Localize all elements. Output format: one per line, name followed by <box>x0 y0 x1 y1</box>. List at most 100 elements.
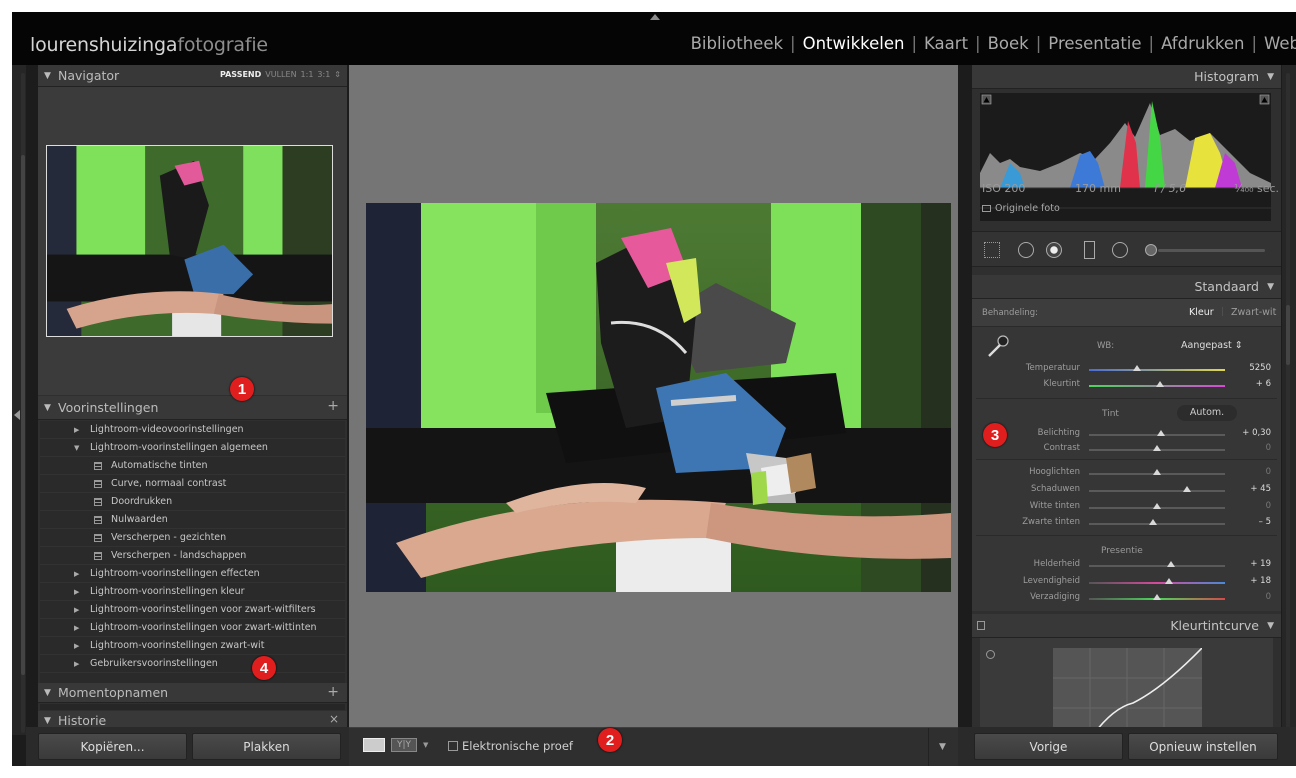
slider-thumb[interactable] <box>1132 365 1141 371</box>
slider-value[interactable]: – 5 <box>1259 517 1271 527</box>
histogram-chart[interactable] <box>980 93 1271 221</box>
slider-track[interactable] <box>1089 490 1225 492</box>
navigator-header[interactable]: ▼ Navigator PASSEND VULLEN 1:1 3:1 ⇕ <box>38 65 347 87</box>
preset-folder[interactable]: ▶ Lightroom-voorinstellingen voor zwart-w… <box>40 601 345 619</box>
navigator-zoom-options[interactable]: PASSEND VULLEN 1:1 3:1 ⇕ <box>220 70 341 79</box>
module-presentatie[interactable]: Presentatie <box>1048 34 1141 53</box>
collapsed-triangle-icon[interactable]: ▶ <box>74 624 84 632</box>
slider-track[interactable] <box>1089 523 1225 525</box>
zoom-dropdown-icon[interactable]: ⇕ <box>334 70 341 79</box>
wb-eyedropper-icon[interactable] <box>986 335 1010 359</box>
target-adjust-icon[interactable] <box>986 650 995 659</box>
brush-slider[interactable] <box>1158 249 1265 252</box>
preset-folder[interactable]: ▶ Lightroom-voorinstellingen effecten <box>40 565 345 583</box>
crop-tool-icon[interactable] <box>984 242 1000 258</box>
slider-track[interactable] <box>1089 565 1225 567</box>
auto-tone-button[interactable]: Autom. <box>1177 405 1237 421</box>
preset-folder[interactable]: ▶ Lightroom-voorinstellingen kleur <box>40 583 345 601</box>
presets-header[interactable]: ▼ Voorinstellingen + <box>38 396 347 420</box>
preset-folder[interactable]: ▶ Lightroom-voorinstellingen zwart-wit <box>40 637 345 655</box>
zoom-option-0[interactable]: PASSEND <box>220 70 261 79</box>
expanded-triangle-icon[interactable]: ▼ <box>74 444 84 452</box>
photo-canvas[interactable] <box>349 65 958 727</box>
histogram-header[interactable]: Histogram ▼ <box>972 65 1281 89</box>
preset-folder[interactable]: ▼ Lightroom-voorinstellingen algemeen <box>40 439 345 457</box>
add-preset-icon[interactable]: + <box>327 398 339 414</box>
module-afdrukken[interactable]: Afdrukken <box>1161 34 1244 53</box>
slider-value[interactable]: 0 <box>1266 592 1271 602</box>
add-snapshot-icon[interactable]: + <box>327 684 339 700</box>
module-web[interactable]: Web <box>1264 34 1296 53</box>
zoom-option-1[interactable]: VULLEN <box>265 70 296 79</box>
tone-curve-header[interactable]: Kleurtintcurve ▼ <box>972 614 1281 638</box>
preset-folder[interactable]: ▶ Lightroom-voorinstellingen voor zwart-w… <box>40 619 345 637</box>
graduated-filter-icon[interactable] <box>1084 241 1095 259</box>
collapsed-triangle-icon[interactable]: ▶ <box>74 606 84 614</box>
slider-thumb[interactable] <box>1155 381 1164 387</box>
slider-thumb[interactable] <box>1153 503 1161 509</box>
right-panel-edge[interactable] <box>1282 65 1296 735</box>
before-after-view-icon[interactable]: Y|Y <box>391 738 417 752</box>
collapsed-triangle-icon[interactable]: ▶ <box>74 642 84 650</box>
copy-button[interactable]: Kopiëren... <box>38 733 187 760</box>
module-bibliotheek[interactable]: Bibliotheek <box>691 34 783 53</box>
left-scrollbar[interactable] <box>21 155 25 675</box>
preset-item[interactable]: Doordrukken <box>40 493 345 511</box>
toolbar-menu-button[interactable]: ▼ <box>928 728 958 766</box>
preset-item[interactable]: Verscherpen - landschappen <box>40 547 345 565</box>
clear-history-icon[interactable]: × <box>329 712 339 726</box>
slider-value[interactable]: + 18 <box>1250 576 1271 586</box>
slider-value[interactable]: + 0,30 <box>1242 428 1271 438</box>
previous-button[interactable]: Vorige <box>974 733 1123 760</box>
wb-dropdown[interactable]: Aangepast ⇕ <box>1181 340 1243 351</box>
treatment-color-option[interactable]: Kleur <box>1189 307 1214 318</box>
slider-thumb[interactable] <box>1153 594 1161 600</box>
soft-proof-checkbox[interactable] <box>448 741 458 751</box>
original-photo-toggle[interactable]: Originele foto <box>982 203 1060 214</box>
slider-track[interactable] <box>1089 369 1225 371</box>
preset-item[interactable]: Verscherpen - gezichten <box>40 529 345 547</box>
slider-thumb[interactable] <box>1153 445 1161 451</box>
slider-value[interactable]: 5250 <box>1249 363 1271 373</box>
reset-button[interactable]: Opnieuw instellen <box>1128 733 1278 760</box>
collapsed-triangle-icon[interactable]: ▶ <box>74 588 84 596</box>
module-boek[interactable]: Boek <box>988 34 1029 53</box>
slider-value[interactable]: + 19 <box>1250 559 1271 569</box>
preset-folder[interactable]: ▶ Gebruikersvoorinstellingen <box>40 655 345 673</box>
adjustment-brush-icon[interactable] <box>1145 244 1157 256</box>
panel-switch-icon[interactable] <box>977 621 985 630</box>
right-scrollbar[interactable] <box>1286 305 1290 365</box>
collapsed-triangle-icon[interactable]: ▶ <box>74 570 84 578</box>
snapshots-header[interactable]: ▼ Momentopnamen + <box>38 683 347 703</box>
preset-item[interactable]: Curve, normaal contrast <box>40 475 345 493</box>
slider-thumb[interactable] <box>1182 486 1191 492</box>
left-panel-edge[interactable] <box>12 65 26 735</box>
slider-value[interactable]: 0 <box>1266 501 1271 511</box>
preset-item[interactable]: Nulwaarden <box>40 511 345 529</box>
slider-thumb[interactable] <box>1148 519 1157 525</box>
slider-track[interactable] <box>1089 582 1225 584</box>
module-ontwikkelen[interactable]: Ontwikkelen <box>803 34 905 53</box>
red-eye-tool-icon[interactable] <box>1046 242 1062 258</box>
collapse-left-icon[interactable] <box>14 410 20 420</box>
slider-value[interactable]: + 6 <box>1256 379 1271 389</box>
zoom-option-3[interactable]: 3:1 <box>317 70 330 79</box>
panel-toggle-up-icon[interactable] <box>650 14 660 20</box>
main-photo[interactable] <box>366 203 951 592</box>
slider-value[interactable]: 0 <box>1266 443 1271 453</box>
slider-thumb[interactable] <box>1166 561 1175 567</box>
zoom-option-2[interactable]: 1:1 <box>301 70 314 79</box>
preset-folder[interactable]: ▶ Lightroom-videovoorinstellingen <box>40 421 345 439</box>
slider-thumb[interactable] <box>1165 578 1174 584</box>
tone-curve-graph[interactable] <box>1053 648 1202 735</box>
slider-value[interactable]: + 45 <box>1250 484 1271 494</box>
collapsed-triangle-icon[interactable]: ▶ <box>74 660 84 668</box>
slider-value[interactable]: 0 <box>1266 467 1271 477</box>
radial-filter-icon[interactable] <box>1112 242 1128 258</box>
loupe-view-icon[interactable] <box>363 738 385 752</box>
spot-removal-icon[interactable] <box>1018 242 1034 258</box>
paste-button[interactable]: Plakken <box>192 733 341 760</box>
slider-thumb[interactable] <box>1153 469 1161 475</box>
treatment-bw-option[interactable]: Zwart-wit <box>1231 307 1276 318</box>
slider-thumb[interactable] <box>1157 430 1166 436</box>
